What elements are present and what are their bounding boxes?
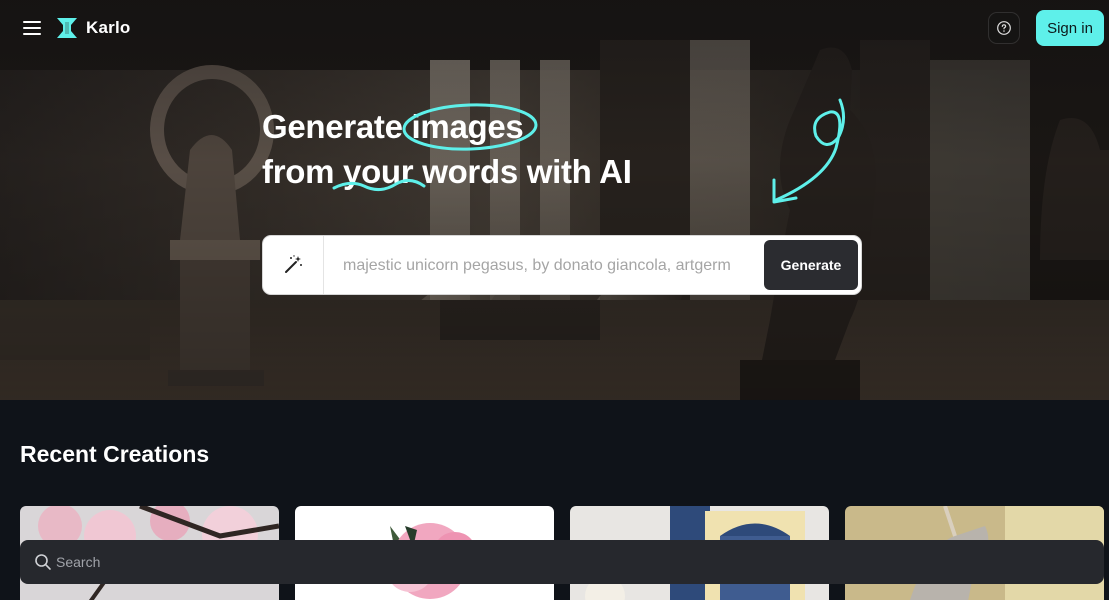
sign-in-button[interactable]: Sign in bbox=[1036, 10, 1104, 46]
prompt-box: Generate bbox=[262, 235, 862, 295]
headline-text: Generate bbox=[262, 108, 412, 145]
random-prompt-button[interactable] bbox=[263, 236, 324, 294]
brand-name: Karlo bbox=[86, 18, 131, 37]
help-button[interactable] bbox=[988, 12, 1020, 44]
search-bar bbox=[20, 540, 1104, 584]
hero-banner bbox=[0, 0, 1109, 400]
headline-text: from bbox=[262, 153, 344, 190]
help-circle-icon bbox=[997, 21, 1011, 35]
prompt-input[interactable] bbox=[343, 255, 757, 277]
page: Karlo Sign in Generate images from your … bbox=[0, 0, 1109, 600]
search-input[interactable] bbox=[56, 551, 1086, 573]
hero-overlay bbox=[0, 0, 1109, 400]
recent-creations-title: Recent Creations bbox=[20, 441, 210, 467]
brand-logo[interactable]: Karlo bbox=[56, 16, 130, 40]
headline-line-1: Generate images bbox=[262, 104, 632, 149]
search-icon bbox=[35, 554, 51, 570]
headline-line-2: from your words with AI bbox=[262, 149, 632, 194]
hamburger-icon[interactable] bbox=[20, 16, 44, 40]
headline-highlight-your: your bbox=[343, 153, 414, 190]
magic-wand-icon bbox=[285, 255, 302, 273]
hero-headline: Generate images from your words with AI bbox=[262, 104, 632, 194]
headline-highlight-images: images bbox=[411, 108, 524, 145]
generate-button[interactable]: Generate bbox=[764, 240, 858, 290]
headline-text: words with AI bbox=[413, 153, 632, 190]
karlo-logo-icon bbox=[57, 18, 77, 38]
top-bar: Karlo Sign in bbox=[0, 0, 1109, 56]
